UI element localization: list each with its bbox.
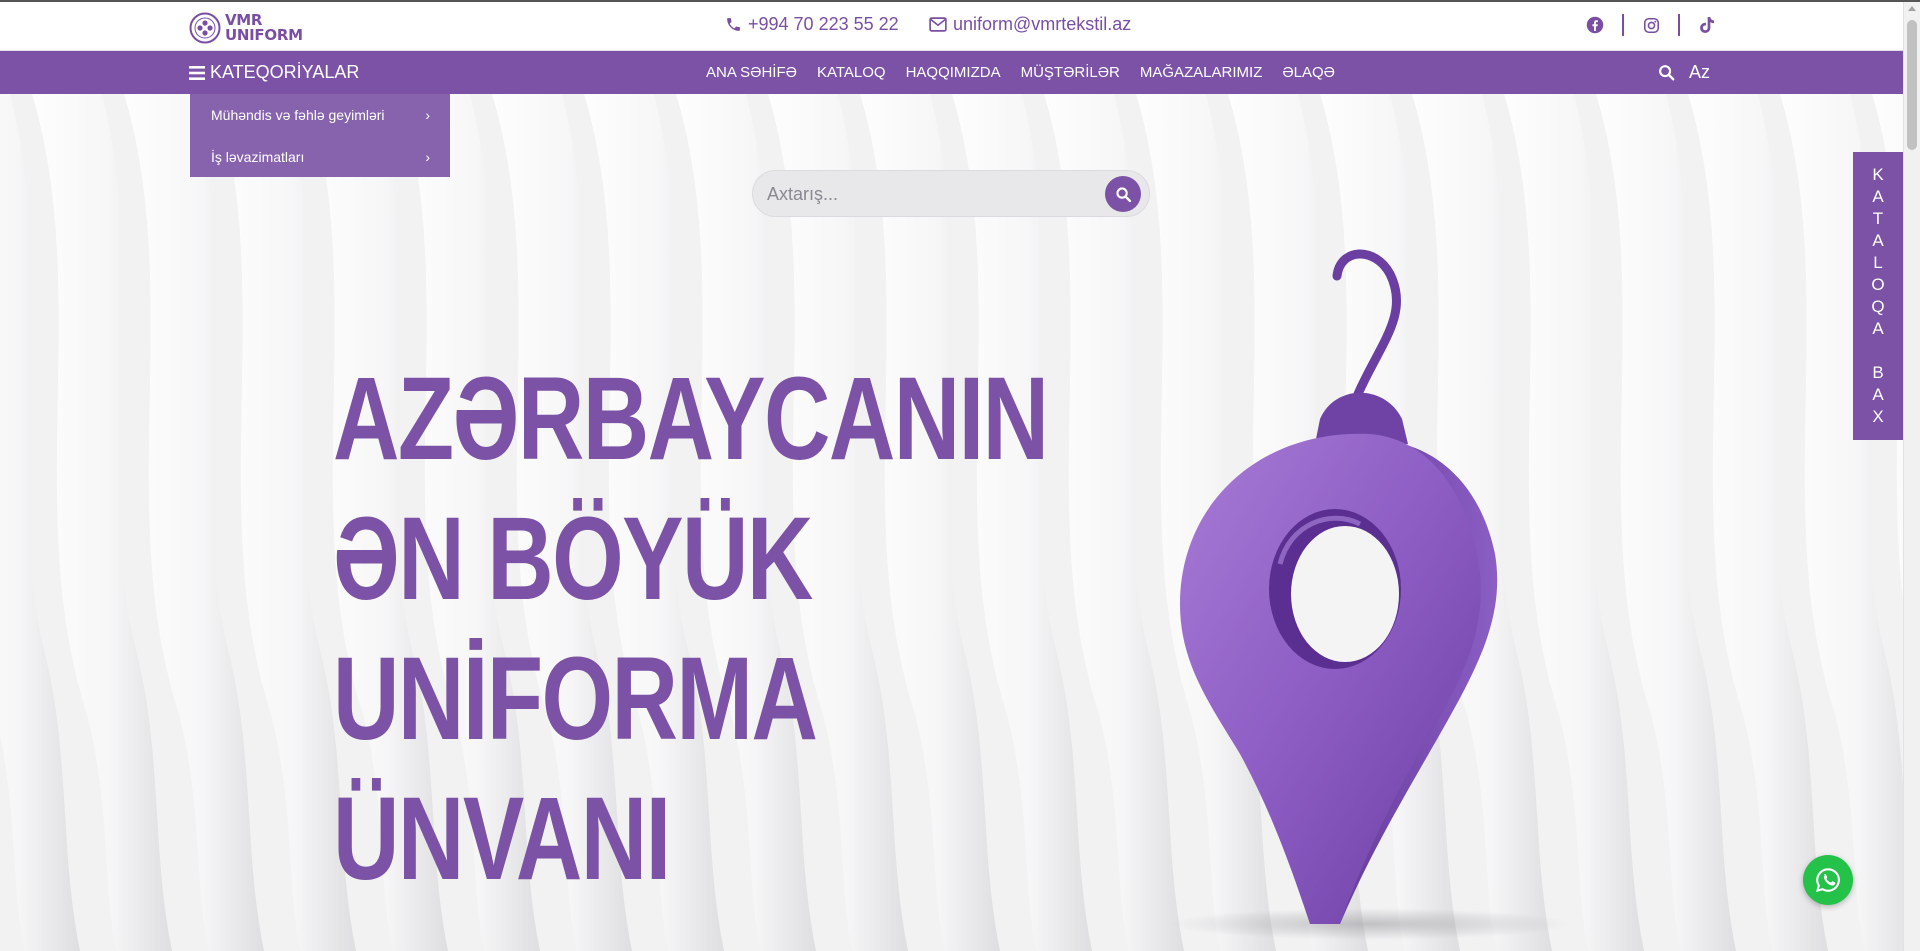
nav-contact[interactable]: ƏLAQƏ [1282, 64, 1335, 81]
nav-about[interactable]: HAQQIMIZDA [906, 64, 1001, 81]
whatsapp-button[interactable] [1803, 855, 1853, 905]
chevron-right-icon: › [425, 107, 430, 123]
whatsapp-icon [1816, 868, 1840, 892]
logo-mark-icon [189, 12, 221, 44]
side-tab-letter: X [1872, 407, 1884, 426]
search-button[interactable] [1105, 176, 1141, 212]
katalog-side-tab[interactable]: K A T A L O Q A B A X [1853, 152, 1903, 440]
search-input[interactable] [767, 180, 1087, 208]
envelope-icon [929, 17, 947, 32]
headline-line-2: ƏN BÖYÜK [333, 493, 813, 625]
dropdown-item-label: İş ləvazimatları [211, 149, 305, 165]
scroll-thumb[interactable] [1907, 20, 1917, 150]
hero-search-bar [752, 170, 1150, 217]
scroll-up-arrow-icon[interactable] [1908, 6, 1916, 11]
location-pin-hanger-image [1170, 249, 1570, 940]
categories-dropdown: Mühəndis və fəhlə geyimləri › İş ləvazim… [190, 94, 450, 177]
facebook-icon[interactable] [1585, 15, 1605, 35]
headline-line-1: AZƏRBAYCANIN [333, 353, 1049, 485]
language-switcher[interactable]: Az [1689, 62, 1710, 83]
hero-banner: AZƏRBAYCANIN ƏN BÖYÜK UNİFORMA ÜNVANI [0, 94, 1903, 951]
instagram-icon[interactable] [1641, 15, 1661, 35]
nav-home[interactable]: ANA SƏHİFƏ [706, 64, 797, 81]
side-tab-letter: A [1872, 319, 1884, 338]
search-icon [1115, 186, 1131, 202]
top-bar: VMR UNIFORM +994 70 223 55 22 uniform@vm… [0, 2, 1903, 51]
phone-icon [727, 18, 740, 31]
site-logo[interactable]: VMR UNIFORM [189, 10, 303, 46]
email-contact[interactable]: uniform@vmrtekstil.az [929, 14, 1131, 35]
logo-text: VMR UNIFORM [225, 13, 303, 43]
side-tab-letter: A [1872, 231, 1884, 250]
side-tab-letter: A [1872, 187, 1884, 206]
logo-line-2: UNIFORM [225, 26, 303, 44]
chevron-right-icon: › [425, 149, 430, 165]
side-tab-letter: T [1872, 209, 1884, 228]
dropdown-item-label: Mühəndis və fəhlə geyimləri [211, 107, 385, 123]
tiktok-icon[interactable] [1697, 15, 1717, 35]
phone-contact[interactable]: +994 70 223 55 22 [725, 14, 899, 35]
hero-headline: AZƏRBAYCANIN ƏN BÖYÜK UNİFORMA ÜNVANI [333, 349, 1249, 909]
dropdown-item-engineer-worker-clothing[interactable]: Mühəndis və fəhlə geyimləri › [190, 94, 450, 136]
side-tab-letter: K [1872, 165, 1884, 184]
side-tab-letter: Q [1871, 297, 1885, 316]
social-divider [1678, 14, 1680, 36]
nav-stores[interactable]: MAĞAZALARIMIZ [1140, 64, 1263, 81]
social-divider [1622, 14, 1624, 36]
page-scrollbar[interactable] [1903, 2, 1920, 951]
side-tab-letter: A [1872, 385, 1884, 404]
nav-customers[interactable]: MÜŞTƏRİLƏR [1021, 64, 1120, 81]
side-tab-letter: L [1873, 253, 1883, 272]
hamburger-icon [189, 65, 205, 80]
nav-right-tools: Az [1658, 51, 1710, 94]
headline-line-4: ÜNVANI [333, 773, 671, 905]
categories-label: KATEQORİYALAR [210, 62, 360, 82]
phone-number: +994 70 223 55 22 [748, 14, 899, 34]
search-icon[interactable] [1658, 64, 1675, 81]
nav-links: ANA SƏHİFƏ KATALOQ HAQQIMIZDA MÜŞTƏRİLƏR… [706, 51, 1355, 94]
dropdown-item-work-supplies[interactable]: İş ləvazimatları › [190, 136, 450, 178]
main-navbar: KATEQORİYALAR ANA SƏHİFƏ KATALOQ HAQQIMI… [0, 51, 1903, 94]
headline-line-3: UNİFORMA [333, 633, 818, 765]
side-tab-letter: O [1871, 275, 1885, 294]
social-links [1585, 14, 1717, 36]
email-address: uniform@vmrtekstil.az [953, 14, 1132, 34]
categories-menu-button[interactable]: KATEQORİYALAR [189, 51, 359, 94]
side-tab-letter: B [1872, 363, 1884, 382]
side-tab-spacer [1853, 340, 1903, 362]
nav-catalog[interactable]: KATALOQ [817, 64, 886, 81]
